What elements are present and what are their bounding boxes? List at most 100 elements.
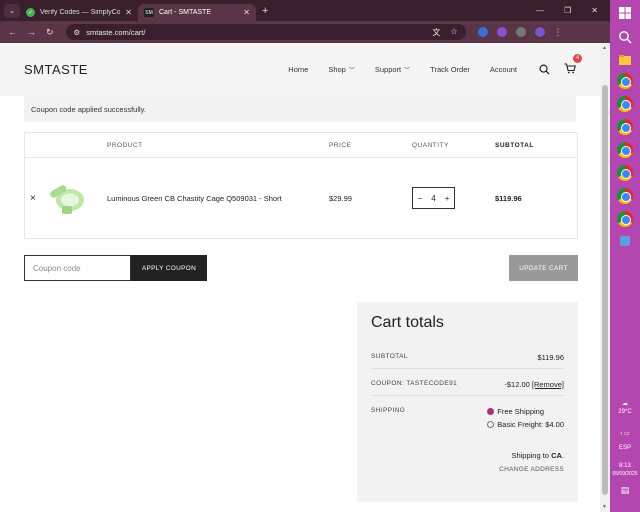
site-info-icon[interactable]: ⚙ (74, 28, 81, 37)
notifications-icon[interactable]: ▤ (610, 486, 640, 495)
chrome-icon[interactable] (617, 73, 633, 89)
back-icon[interactable]: ← (8, 27, 17, 38)
reload-icon[interactable]: ↻ (46, 27, 54, 38)
translate-icon[interactable]: 文 (432, 27, 440, 38)
chrome-icon[interactable] (617, 165, 633, 181)
increase-quantity-button[interactable]: + (445, 194, 450, 203)
restore-icon[interactable]: ❐ (564, 6, 571, 15)
scroll-up-icon[interactable]: ▲ (602, 45, 607, 51)
shipping-destination: Shipping to CA. (511, 451, 564, 460)
nav-home[interactable]: Home (288, 65, 308, 74)
totals-subtotal-row: SUBTOTAL $119.96 (371, 342, 564, 369)
close-window-icon[interactable]: ✕ (591, 6, 598, 15)
shipping-option-label: Basic Freight: $4.00 (497, 420, 564, 429)
update-cart-button[interactable]: UPDATE CART (509, 255, 578, 281)
forward-icon[interactable]: → (27, 27, 36, 38)
shipping-option-free[interactable]: Free Shipping (487, 407, 564, 416)
chrome-icon[interactable] (617, 142, 633, 158)
tab-title: Cart - SMTASTE (159, 9, 211, 16)
extensions-puzzle-icon[interactable] (515, 27, 526, 37)
chrome-icon[interactable] (617, 211, 633, 227)
tab-verify-codes[interactable]: ✓ Verify Codes — SimplyCodes ✕ (20, 4, 138, 21)
browser-tab-bar: ⌄ ✓ Verify Codes — SimplyCodes ✕ SM Cart… (0, 0, 610, 21)
tab-cart-smtaste[interactable]: SM Cart - SMTASTE ✕ (138, 4, 256, 21)
weather-temp[interactable]: 29°C (610, 408, 640, 416)
close-tab-icon[interactable]: ✕ (125, 8, 132, 17)
chrome-icon[interactable] (617, 119, 633, 135)
close-tab-icon[interactable]: ✕ (243, 8, 250, 17)
product-thumbnail[interactable] (44, 176, 88, 220)
cart-totals-panel: Cart totals SUBTOTAL $119.96 COUPON: TAS… (357, 302, 578, 502)
chrome-icon[interactable] (617, 96, 633, 112)
table-row: × Luminous Green CB Chastity Cage Q50903… (25, 158, 577, 238)
weather-icon[interactable]: ☁ (610, 400, 640, 408)
main-nav: Home Shop ﹀ Support ﹀ Track Order Account (288, 65, 517, 74)
apply-coupon-button[interactable]: APPLY COUPON (131, 255, 207, 281)
radio-unselected[interactable] (487, 421, 495, 428)
windows-start-icon[interactable] (618, 6, 632, 20)
cart-icon (564, 62, 577, 73)
system-tray: ☁ 29°C ‹ ▭ ESP 8:13 05/09/2025 ▤ (610, 400, 640, 495)
smtaste-favicon: SM (144, 8, 154, 17)
coupon-row: Coupon code APPLY COUPON UPDATE CART (24, 255, 578, 281)
tab-title: Verify Codes — SimplyCodes (40, 9, 121, 16)
quantity-value[interactable]: 4 (431, 194, 435, 203)
header-price: PRICE (329, 141, 352, 149)
profile-avatar-icon[interactable] (534, 27, 545, 37)
search-icon[interactable] (539, 64, 550, 75)
header-quantity: QUANTITY (412, 141, 449, 149)
cart-count-badge: 4 (573, 53, 582, 63)
chevron-down-icon: ﹀ (404, 68, 411, 74)
chrome-icon[interactable] (617, 188, 633, 204)
remove-coupon-link[interactable]: [Remove] (532, 380, 564, 389)
product-price: $29.99 (329, 193, 352, 203)
check-icon: ✓ (26, 8, 35, 17)
tray-icons[interactable]: ‹ ▭ (610, 430, 640, 438)
product-name-link[interactable]: Luminous Green CB Chastity Cage Q509031 … (107, 194, 329, 203)
subtotal-value: $119.96 (537, 353, 564, 362)
cart-table: PRODUCT PRICE QUANTITY SUBTOTAL × Lumino… (24, 132, 578, 239)
coupon-code-input[interactable]: Coupon code (24, 255, 131, 281)
shipping-label: SHIPPING (371, 407, 406, 414)
chevron-down-icon: ﹀ (348, 68, 355, 74)
tab-search-button[interactable]: ⌄ (4, 3, 20, 18)
extension-icon[interactable] (496, 27, 507, 37)
scrollbar-thumb[interactable] (602, 85, 608, 495)
scroll-down-icon[interactable]: ▼ (602, 504, 607, 510)
nav-support[interactable]: Support ﹀ (375, 65, 410, 74)
address-bar[interactable]: ⚙ smtaste.com/cart/ 文 ☆ (65, 24, 466, 40)
site-logo[interactable]: SMTASTE (24, 62, 88, 77)
browser-toolbar: ← → ↻ ⚙ smtaste.com/cart/ 文 ☆ ⋮ (0, 21, 610, 43)
search-icon[interactable] (618, 30, 632, 44)
menu-kebab-icon[interactable]: ⋮ (554, 27, 563, 37)
new-tab-button[interactable]: + (262, 5, 268, 17)
nav-account[interactable]: Account (490, 65, 517, 74)
coupon-discount-value: -$12.00 (504, 380, 530, 389)
file-explorer-icon[interactable] (618, 54, 632, 66)
nav-shop[interactable]: Shop ﹀ (328, 65, 355, 74)
cart-button[interactable]: 4 (564, 53, 582, 79)
quantity-stepper[interactable]: − 4 + (412, 187, 455, 209)
change-address-link[interactable]: CHANGE ADDRESS (371, 466, 564, 473)
nav-track-order[interactable]: Track Order (430, 65, 470, 74)
minimize-icon[interactable]: — (536, 6, 544, 15)
header-product: PRODUCT (107, 141, 143, 149)
header-subtotal: SUBTOTAL (495, 141, 534, 149)
clock-date[interactable]: 05/09/2025 (610, 470, 640, 478)
shipping-option-basic[interactable]: Basic Freight: $4.00 (487, 420, 564, 429)
nav-support-label: Support (374, 65, 402, 74)
decrease-quantity-button[interactable]: − (418, 194, 423, 203)
clock-time[interactable]: 8:13 (610, 462, 640, 470)
radio-selected[interactable] (487, 408, 495, 415)
shipping-to-label: Shipping to (511, 451, 549, 460)
language-indicator[interactable]: ESP (610, 444, 640, 452)
url-text: smtaste.com/cart/ (86, 27, 146, 37)
nav-shop-label: Shop (328, 65, 346, 74)
cart-totals-title: Cart totals (371, 314, 444, 331)
bookmark-star-icon[interactable]: ☆ (450, 27, 457, 38)
page-scrollbar[interactable]: ▲ ▼ (600, 43, 610, 512)
app-icon[interactable] (619, 235, 631, 247)
shipping-option-label: Free Shipping (497, 407, 544, 416)
extension-shield-icon[interactable] (477, 27, 488, 37)
remove-item-button[interactable]: × (30, 193, 36, 204)
